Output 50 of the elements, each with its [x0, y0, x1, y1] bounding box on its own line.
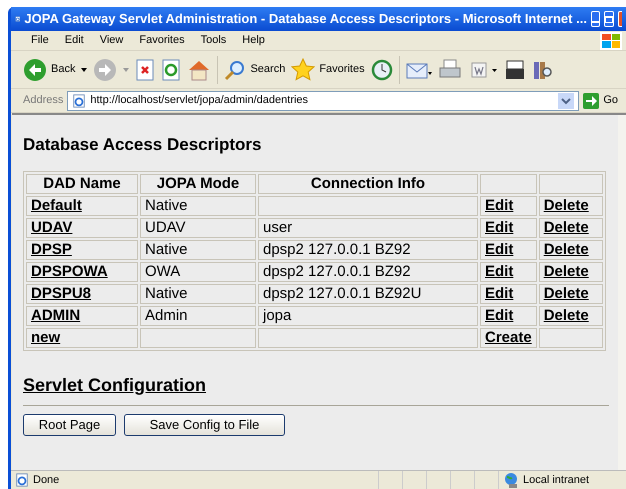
table-cell: Native: [140, 284, 256, 304]
table-cell: dpsp2 127.0.0.1 BZ92: [258, 262, 478, 282]
column-header: JOPA Mode: [140, 174, 256, 194]
home-icon[interactable]: [187, 58, 212, 80]
table-cell: user: [258, 218, 478, 238]
page-icon: [72, 94, 86, 108]
page-heading: Database Access Descriptors: [23, 134, 262, 156]
search-icon: [224, 58, 246, 80]
table-cell: dpsp2 127.0.0.1 BZ92: [258, 240, 478, 260]
go-arrow-icon: [583, 92, 600, 108]
table-cell: OWA: [140, 262, 256, 282]
close-button[interactable]: [618, 11, 622, 27]
stop-icon[interactable]: [135, 58, 156, 80]
column-header: Connection Info: [258, 174, 478, 194]
address-field[interactable]: http://localhost/servlet/jopa/admin/dadentries: [67, 90, 580, 110]
section-heading: Servlet Configuration: [23, 374, 206, 397]
table-cell: UDAV: [140, 218, 256, 238]
page-icon: [15, 473, 29, 487]
menu-item[interactable]: Favorites: [131, 32, 193, 49]
table-cell: jopa: [258, 306, 478, 326]
go-button[interactable]: Go: [583, 92, 626, 109]
back-button[interactable]: Back: [23, 58, 76, 82]
zone-text: Local intranet: [523, 472, 590, 488]
favorites-button[interactable]: Favorites: [291, 58, 365, 82]
star-icon: [291, 58, 316, 82]
menu-item[interactable]: Edit: [56, 32, 92, 49]
minimize-button[interactable]: [590, 11, 600, 27]
status-text: Done: [33, 472, 60, 488]
form-button[interactable]: Save Config to File: [124, 414, 285, 436]
menu-item[interactable]: Help: [234, 32, 273, 49]
search-button[interactable]: Search: [224, 58, 286, 80]
table-cell: Native: [140, 240, 256, 260]
windows-logo-icon: [600, 32, 622, 50]
form-button[interactable]: Root Page: [23, 414, 116, 436]
window-title: JOPA Gateway Servlet Administration - Database Access Descriptors - Microsoft Internet ...: [24, 10, 587, 28]
menu-item[interactable]: File: [23, 32, 57, 49]
network-globe-icon: [503, 472, 519, 488]
table-cell: Native: [140, 196, 256, 216]
menu-item[interactable]: View: [92, 32, 132, 49]
maximize-button[interactable]: [604, 11, 614, 27]
refresh-icon[interactable]: [161, 58, 182, 80]
column-header: DAD Name: [26, 174, 138, 194]
dropdown-caret-icon[interactable]: [81, 68, 88, 72]
address-label: Address: [23, 93, 64, 108]
table-cell: Admin: [140, 306, 256, 326]
table-cell: dpsp2 127.0.0.1 BZ92U: [258, 284, 478, 304]
menu-item[interactable]: Tools: [192, 32, 234, 49]
history-clock-icon[interactable]: [370, 58, 393, 80]
dropdown-caret-icon[interactable]: [558, 92, 574, 108]
printer-icon[interactable]: [438, 58, 462, 80]
